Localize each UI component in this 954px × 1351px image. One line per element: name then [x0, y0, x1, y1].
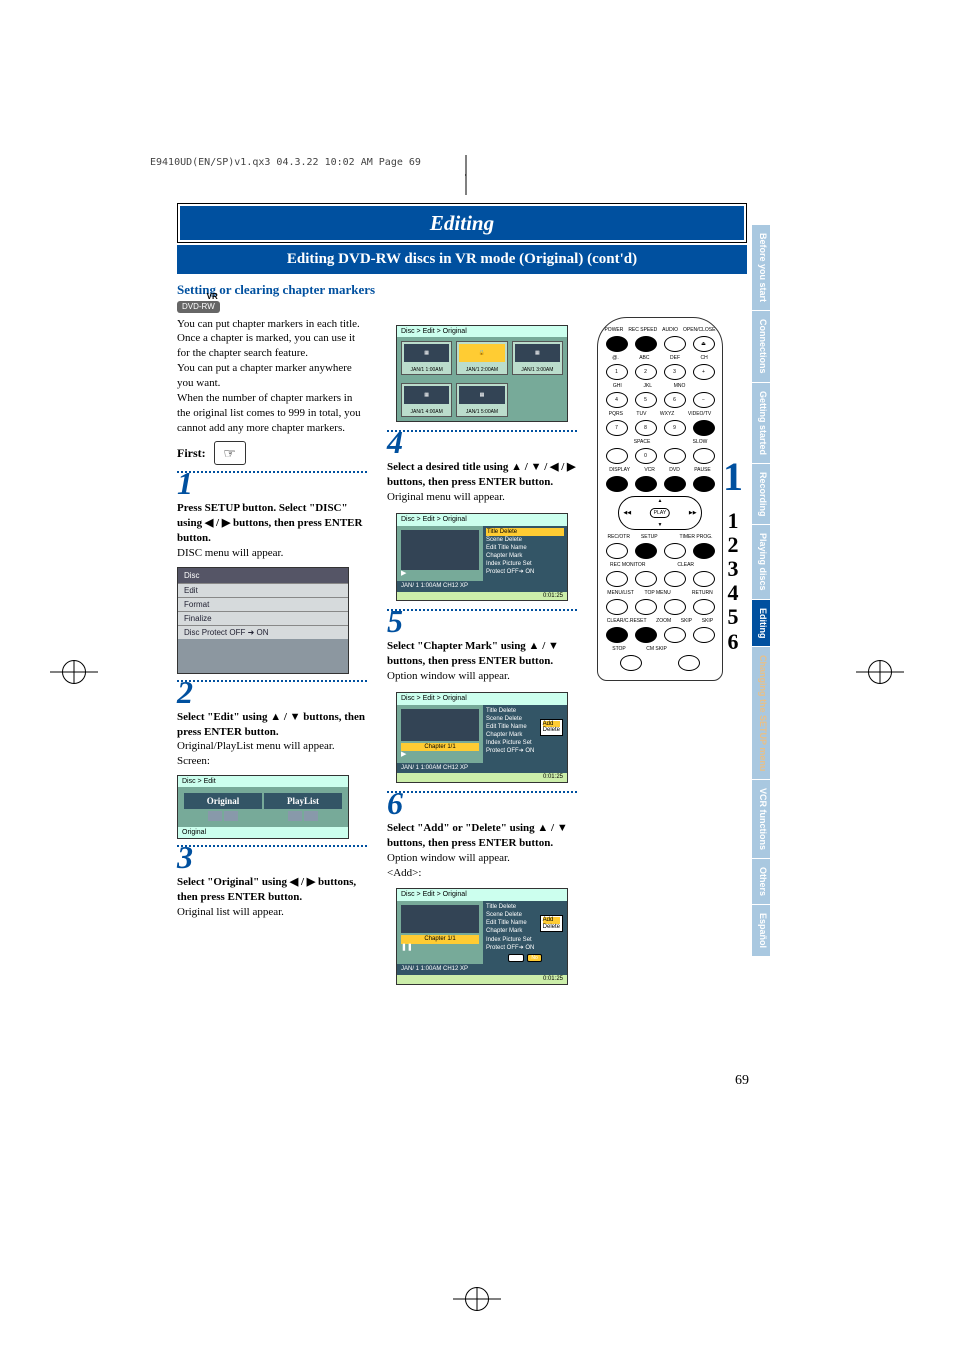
- menu-item: Index Picture Set: [486, 560, 564, 568]
- tab-getting-started[interactable]: Getting started: [752, 383, 770, 464]
- menu-item: Chapter Mark: [486, 552, 564, 560]
- yes-button: Yes: [508, 954, 524, 963]
- page-title-box: Editing: [177, 203, 747, 243]
- disc-menu-item: Format: [178, 597, 348, 611]
- disc-menu-title: Disc: [178, 568, 348, 583]
- original-list-screenshot: Disc > Edit > Original ▦JAN/1 1:00AM 🔒JA…: [396, 325, 568, 423]
- option-popup: Add Delete: [540, 915, 563, 932]
- remote-dpad: ◀◀ ▶▶ ▲ ▼ PLAY: [618, 496, 701, 530]
- menu-item: Protect OFF➜ ON: [486, 944, 564, 952]
- tab-vcr-functions[interactable]: VCR functions: [752, 780, 770, 859]
- title-thumb: ▦JAN/1 3:00AM: [512, 341, 563, 375]
- breadcrumb: Disc > Edit > Original: [397, 326, 567, 338]
- remote-control-illustration: POWERREC SPEEDAUDIOOPEN/CLOSE ⏏ @.ABCDEF…: [597, 317, 723, 681]
- menu-item: Protect OFF➜ ON: [486, 747, 564, 755]
- disc-type-badge: DVD-RW: [177, 301, 220, 313]
- original-menu-screenshot: Disc > Edit > Original ▶ Title Delete Sc…: [396, 513, 568, 602]
- chapter-indicator: Chapter 1/1: [401, 935, 479, 944]
- remote-step-callouts: 1 2 3 4 5 6: [728, 509, 739, 654]
- remote-step-callout-1: 1: [723, 457, 743, 497]
- page-title: Editing: [180, 206, 744, 240]
- option-popup: Add Delete: [540, 719, 563, 736]
- breadcrumb: Disc > Edit > Original: [397, 514, 567, 526]
- page-number: 69: [735, 1073, 749, 1089]
- step-2-number: 2: [177, 676, 367, 708]
- chapter-indicator: Chapter 1/1: [401, 743, 479, 752]
- title-thumb: ▦JAN/1 5:00AM: [456, 383, 507, 417]
- menu-item: Title Delete: [486, 528, 564, 536]
- imposition-header: E9410UD(EN/SP)v1.qx3 04.3.22 10:02 AM Pa…: [150, 158, 421, 168]
- disc-menu-item: Edit: [178, 583, 348, 597]
- tab-others[interactable]: Others: [752, 859, 770, 905]
- title-thumb: ▦JAN/1 1:00AM: [401, 341, 452, 375]
- step-4-body: Original menu will appear.: [387, 490, 577, 505]
- page-subtitle: Editing DVD-RW discs in VR mode (Origina…: [177, 245, 747, 274]
- intro-text: You can put chapter markers in each titl…: [177, 317, 367, 436]
- step-1-head: Press SETUP button. Select "DISC" using …: [177, 501, 367, 546]
- panel-timecode: 0:01:25: [397, 773, 567, 782]
- step-1-number: 1: [177, 467, 367, 499]
- step-5-number: 5: [387, 605, 577, 637]
- menu-item: Scene Delete: [486, 536, 564, 544]
- tab-recording[interactable]: Recording: [752, 464, 770, 526]
- menu-item: Index Picture Set: [486, 936, 564, 944]
- title-thumb: ▦JAN/1 4:00AM: [401, 383, 452, 417]
- step-6-body: Option window will appear. <Add>:: [387, 851, 577, 881]
- step-4-head: Select a desired title using ▲ / ▼ / ◀ /…: [387, 460, 577, 490]
- tab-changing-setup[interactable]: Changing the SETUP menu: [752, 647, 770, 780]
- step-5-head: Select "Chapter Mark" using ▲ / ▼ button…: [387, 639, 577, 669]
- panel-footer: JAN/ 1 1:00AM CH12 XP: [401, 966, 468, 973]
- panel-footer: JAN/ 1 1:00AM CH12 XP: [401, 765, 468, 772]
- playlist-tab: PlayList: [264, 793, 342, 809]
- panel-footer: Original: [178, 827, 348, 838]
- menu-item: Title Delete: [486, 707, 564, 715]
- disc-menu-item: Disc Protect OFF ➜ ON: [178, 625, 348, 639]
- disc-menu-item: Finalize: [178, 611, 348, 625]
- panel-footer: JAN/ 1 1:00AM CH12 XP: [401, 583, 468, 590]
- menu-item: Index Picture Set: [486, 739, 564, 747]
- breadcrumb: Disc > Edit > Original: [397, 693, 567, 705]
- breadcrumb: Disc > Edit: [178, 776, 348, 787]
- step-2-head: Select "Edit" using ▲ / ▼ buttons, then …: [177, 710, 367, 740]
- step-1-body: DISC menu will appear.: [177, 546, 367, 561]
- original-tab: Original: [184, 793, 262, 809]
- tab-playing-discs[interactable]: Playing discs: [752, 525, 770, 600]
- menu-item: Protect OFF➜ ON: [486, 568, 564, 576]
- step-3-number: 3: [177, 841, 367, 873]
- tab-espanol[interactable]: Español: [752, 905, 770, 957]
- section-heading: Setting or clearing chapter markers: [177, 282, 747, 298]
- step-3-head: Select "Original" using ◀ / ▶ buttons, t…: [177, 875, 367, 905]
- original-playlist-screenshot: Disc > Edit Original PlayList Original: [177, 775, 349, 839]
- tab-editing[interactable]: Editing: [752, 600, 770, 648]
- section-tabs: Before you start Connections Getting sta…: [752, 225, 770, 957]
- step-4-number: 4: [387, 426, 577, 458]
- no-button: No: [527, 954, 541, 963]
- tab-connections[interactable]: Connections: [752, 311, 770, 383]
- step-6-number: 6: [387, 787, 577, 819]
- menu-item: Edit Title Name: [486, 544, 564, 552]
- first-label: First:: [177, 446, 206, 461]
- step-6-head: Select "Add" or "Delete" using ▲ / ▼ but…: [387, 821, 577, 851]
- step-2-body: Original/PlayList menu will appear. Scre…: [177, 739, 367, 769]
- breadcrumb: Disc > Edit > Original: [397, 889, 567, 901]
- chapter-mark-screenshot: Disc > Edit > Original Chapter 1/1▶ Titl…: [396, 692, 568, 783]
- add-confirm-screenshot: Disc > Edit > Original Chapter 1/1❚❚ Tit…: [396, 888, 568, 984]
- title-thumb: 🔒JAN/1 2:00AM: [456, 341, 507, 375]
- hand-remote-icon: ☞: [214, 441, 246, 465]
- tab-before-you-start[interactable]: Before you start: [752, 225, 770, 311]
- panel-timecode: 0:01:25: [397, 975, 567, 984]
- disc-menu-screenshot: Disc Edit Format Finalize Disc Protect O…: [177, 567, 349, 674]
- step-5-body: Option window will appear.: [387, 669, 577, 684]
- step-3-body: Original list will appear.: [177, 905, 367, 920]
- panel-timecode: 0:01:25: [397, 592, 567, 601]
- menu-item: Title Delete: [486, 903, 564, 911]
